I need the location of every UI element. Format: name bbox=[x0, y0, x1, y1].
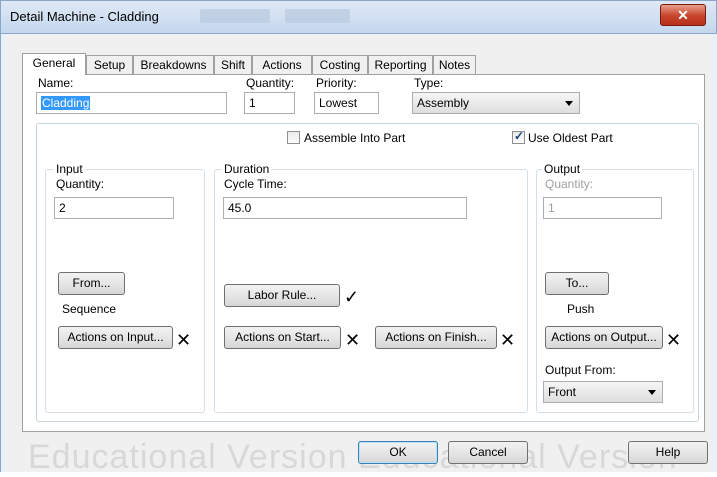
tab-costing[interactable]: Costing bbox=[312, 55, 368, 74]
tab-general[interactable]: General bbox=[22, 53, 86, 75]
checkmark-icon: ✓ bbox=[344, 287, 360, 307]
use-oldest-part-checkbox[interactable] bbox=[512, 129, 525, 144]
name-label: Name: bbox=[38, 76, 74, 90]
input-quantity-field[interactable]: 2 bbox=[54, 197, 174, 219]
from-button[interactable]: From... bbox=[58, 272, 125, 295]
type-label: Type: bbox=[414, 76, 444, 90]
tab-reporting[interactable]: Reporting bbox=[368, 55, 433, 74]
type-select[interactable]: Assembly bbox=[412, 92, 580, 114]
priority-input[interactable]: Lowest bbox=[314, 92, 379, 114]
cycle-time-field[interactable]: 45.0 bbox=[223, 197, 467, 219]
to-button[interactable]: To... bbox=[545, 272, 609, 295]
cycle-time-label: Cycle Time: bbox=[224, 177, 287, 191]
actions-on-input-button[interactable]: Actions on Input... bbox=[58, 326, 173, 349]
close-icon: ✕ bbox=[345, 330, 361, 350]
close-icon: ✕ bbox=[176, 330, 192, 350]
output-from-select-value: Front bbox=[548, 385, 577, 399]
educational-version-watermark: Educational Version Educational Version bbox=[28, 438, 678, 476]
quantity-label: Quantity: bbox=[246, 76, 295, 90]
title-blur-decoration bbox=[200, 9, 270, 23]
actions-on-start-button[interactable]: Actions on Start... bbox=[224, 326, 341, 349]
quantity-input[interactable]: 1 bbox=[244, 92, 295, 114]
help-button[interactable]: Help bbox=[628, 441, 708, 464]
name-input-value: Cladding bbox=[41, 96, 91, 110]
assemble-into-part-label: Assemble Into Part bbox=[304, 131, 406, 145]
tab-breakdowns[interactable]: Breakdowns bbox=[133, 55, 214, 74]
name-input[interactable]: Cladding bbox=[36, 92, 227, 114]
output-quantity-label: Quantity: bbox=[545, 177, 594, 191]
assemble-into-part-checkbox[interactable] bbox=[287, 131, 300, 144]
chevron-down-icon bbox=[648, 390, 656, 395]
output-from-select[interactable]: Front bbox=[543, 381, 663, 403]
tab-notes[interactable]: Notes bbox=[433, 55, 476, 74]
output-group-label: Output bbox=[542, 162, 583, 176]
output-quantity-field: 1 bbox=[543, 197, 662, 219]
labor-rule-button[interactable]: Labor Rule... bbox=[224, 284, 340, 307]
close-icon: ✕ bbox=[500, 330, 516, 350]
output-from-label: Output From: bbox=[545, 363, 616, 377]
tab-shift[interactable]: Shift bbox=[214, 55, 252, 74]
cancel-button[interactable]: Cancel bbox=[448, 441, 528, 464]
input-group-label: Input bbox=[54, 162, 85, 176]
chevron-down-icon bbox=[565, 101, 573, 106]
tab-actions[interactable]: Actions bbox=[252, 55, 312, 74]
title-blur-decoration bbox=[285, 9, 350, 23]
actions-on-output-button[interactable]: Actions on Output... bbox=[545, 326, 663, 349]
type-select-value: Assembly bbox=[417, 96, 470, 110]
duration-group-label: Duration bbox=[222, 162, 272, 176]
actions-on-finish-button[interactable]: Actions on Finish... bbox=[375, 326, 497, 349]
priority-label: Priority: bbox=[316, 76, 357, 90]
from-value-text: Sequence bbox=[62, 302, 117, 316]
input-quantity-label: Quantity: bbox=[56, 177, 105, 191]
window-title: Detail Machine - Cladding bbox=[10, 9, 159, 24]
close-button[interactable]: ✕ bbox=[660, 4, 706, 26]
tab-setup[interactable]: Setup bbox=[86, 55, 133, 74]
to-value-text: Push bbox=[567, 302, 595, 316]
ok-button[interactable]: OK bbox=[358, 441, 438, 464]
close-icon: ✕ bbox=[666, 330, 682, 350]
use-oldest-part-label: Use Oldest Part bbox=[528, 131, 613, 145]
